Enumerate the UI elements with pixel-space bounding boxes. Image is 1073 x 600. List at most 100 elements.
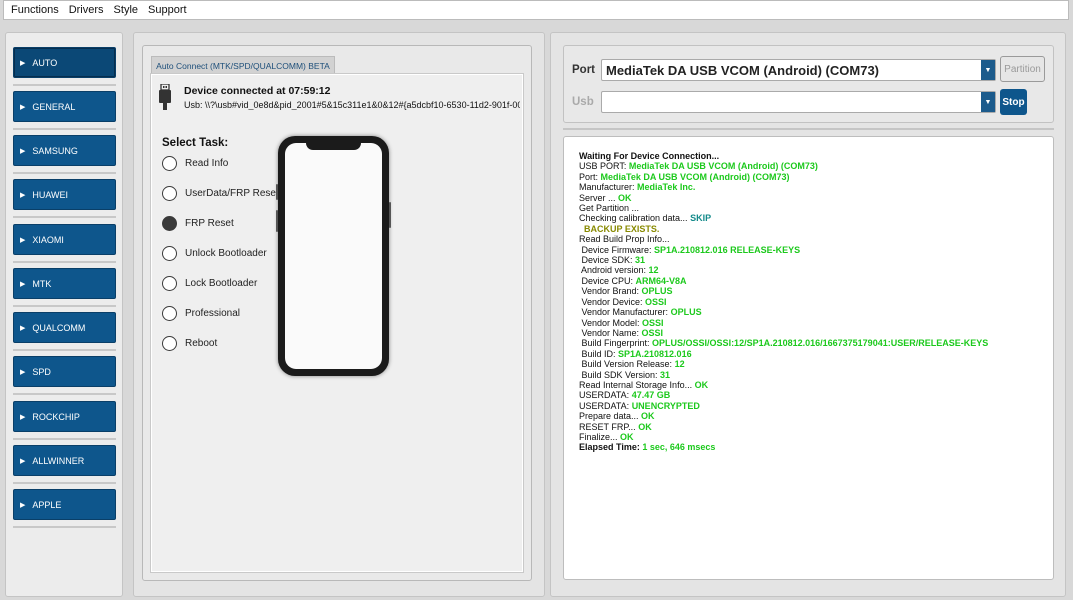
- sidebar-item-allwinner[interactable]: ▶ ALLWINNER: [13, 445, 116, 476]
- log-output: Waiting For Device Connection... USB PORT…: [563, 136, 1054, 580]
- log-line: Vendor Name: OSSI: [579, 328, 1053, 338]
- log-line: Device SDK: 31: [579, 255, 1053, 265]
- sidebar-divider: [13, 438, 116, 440]
- task-lock-bootloader[interactable]: Lock Bootloader: [162, 276, 257, 291]
- log-line-text: Vendor Name:: [579, 327, 642, 338]
- log-line-value: MediaTek DA USB VCOM (Android) (COM73): [628, 161, 818, 172]
- sidebar-divider: [13, 526, 116, 528]
- radio-button[interactable]: [162, 186, 177, 201]
- sidebar-item-spd[interactable]: ▶ SPD: [13, 356, 116, 387]
- menu-support[interactable]: Support: [148, 4, 187, 16]
- log-line-text: Vendor Manufacturer:: [579, 307, 671, 318]
- port-select[interactable]: MediaTek DA USB VCOM (Android) (COM73) ▼: [601, 59, 996, 81]
- sidebar-item-auto[interactable]: ▶ AUTO: [13, 47, 116, 78]
- play-arrow-icon: ▶: [20, 236, 26, 244]
- radio-button[interactable]: [162, 246, 177, 261]
- log-line: Elapsed Time: 1 sec, 646 msecs: [579, 442, 1053, 452]
- phone-side-button: [276, 184, 278, 200]
- log-line-value: ARM64-V8A: [635, 275, 687, 286]
- task-userdata-frp-reset[interactable]: UserData/FRP Reset: [162, 186, 279, 201]
- menu-functions[interactable]: Functions: [11, 4, 59, 16]
- sidebar-item-samsung[interactable]: ▶ SAMSUNG: [13, 135, 116, 166]
- log-line-value: SKIP: [690, 213, 712, 224]
- log-line: Finalize... OK: [579, 432, 1053, 442]
- task-panel-frame: Auto Connect (MTK/SPD/QUALCOMM) BETA Dev…: [142, 45, 532, 581]
- sidebar-item-xiaomi[interactable]: ▶ XIAOMI: [13, 224, 116, 255]
- device-connected-title: Device connected at 07:59:12: [184, 85, 331, 97]
- log-line-value: 47.47 GB: [631, 390, 671, 401]
- panel-divider: [563, 128, 1054, 130]
- sidebar-item-huawei[interactable]: ▶ HUAWEI: [13, 179, 116, 210]
- log-line-text: Vendor Brand:: [579, 286, 642, 297]
- sidebar: ▶ AUTO ▶ GENERAL ▶ SAMSUNG ▶ HUAWEI ▶ XIAOMI …: [5, 32, 123, 597]
- log-line-text: Read Internal Storage Info...: [579, 379, 695, 390]
- log-line-text: USERDATA:: [579, 400, 632, 411]
- task-reboot[interactable]: Reboot: [162, 336, 217, 351]
- partition-button[interactable]: Partition: [1000, 56, 1045, 82]
- log-line-value: OSSI: [642, 317, 664, 328]
- play-arrow-icon: ▶: [20, 147, 26, 155]
- log-line-text: Manufacturer:: [579, 182, 638, 193]
- log-line-text: USERDATA:: [579, 390, 632, 401]
- play-arrow-icon: ▶: [20, 103, 26, 111]
- task-panel: Auto Connect (MTK/SPD/QUALCOMM) BETA Dev…: [133, 32, 545, 597]
- sidebar-item-qualcomm[interactable]: ▶ QUALCOMM: [13, 312, 116, 343]
- log-line: Port: MediaTek DA USB VCOM (Android) (CO…: [579, 172, 1053, 182]
- log-line-text: Elapsed Time:: [579, 442, 643, 453]
- usb-select[interactable]: ▼: [601, 91, 996, 113]
- log-line-text: Finalize...: [579, 431, 621, 442]
- log-line-value: OSSI: [645, 296, 667, 307]
- task-unlock-bootloader[interactable]: Unlock Bootloader: [162, 246, 267, 261]
- log-line-value: OPLUS/OSSI/OSSI:12/SP1A.210812.016/16673…: [652, 338, 989, 349]
- log-line-text: Vendor Device:: [579, 296, 646, 307]
- log-line: Prepare data... OK: [579, 411, 1053, 421]
- log-line: Device Firmware: SP1A.210812.016 RELEASE…: [579, 245, 1053, 255]
- chevron-down-icon[interactable]: ▼: [981, 60, 995, 80]
- sidebar-divider: [13, 128, 116, 130]
- stop-button[interactable]: Stop: [1000, 89, 1027, 115]
- log-line-value: MediaTek DA USB VCOM (Android) (COM73): [600, 171, 790, 182]
- log-line-value: 31: [635, 255, 646, 266]
- log-line: USERDATA: UNENCRYPTED: [579, 401, 1053, 411]
- sidebar-divider: [13, 482, 116, 484]
- radio-button[interactable]: [162, 276, 177, 291]
- sidebar-item-general[interactable]: ▶ GENERAL: [13, 91, 116, 122]
- log-line-text: Waiting For Device Connection...: [579, 151, 720, 161]
- log-line-text: Device CPU:: [579, 275, 636, 286]
- log-line: Read Internal Storage Info... OK: [579, 380, 1053, 390]
- log-line: Device CPU: ARM64-V8A: [579, 276, 1053, 286]
- sidebar-divider: [13, 216, 116, 218]
- sidebar-item-apple[interactable]: ▶ APPLE: [13, 489, 116, 520]
- radio-button[interactable]: [162, 336, 177, 351]
- log-line-text: Vendor Model:: [579, 317, 643, 328]
- menu-style[interactable]: Style: [114, 4, 138, 16]
- radio-button[interactable]: [162, 306, 177, 321]
- log-line: RESET FRP... OK: [579, 422, 1053, 432]
- radio-button-checked[interactable]: [162, 216, 177, 231]
- log-line: Get Partition ...: [579, 203, 1053, 213]
- radio-button[interactable]: [162, 156, 177, 171]
- task-read-info[interactable]: Read Info: [162, 156, 228, 171]
- tab-auto-connect[interactable]: Auto Connect (MTK/SPD/QUALCOMM) BETA: [151, 56, 335, 74]
- sidebar-item-mtk[interactable]: ▶ MTK: [13, 268, 116, 299]
- log-line: USERDATA: 47.47 GB: [579, 390, 1053, 400]
- play-arrow-icon: ▶: [20, 191, 26, 199]
- play-arrow-icon: ▶: [20, 324, 26, 332]
- usb-label: Usb: [572, 96, 594, 108]
- log-line-value: 31: [660, 369, 671, 380]
- device-usb-path: Usb: \\?\usb#vid_0e8d&pid_2001#5&15c311e…: [184, 100, 520, 110]
- task-frp-reset[interactable]: FRP Reset: [162, 216, 234, 231]
- log-line-text: RESET FRP...: [579, 421, 639, 432]
- log-line-value: OPLUS: [641, 286, 673, 297]
- log-line-value: OPLUS: [670, 307, 702, 318]
- sidebar-divider: [13, 261, 116, 263]
- menu-drivers[interactable]: Drivers: [69, 4, 104, 16]
- chevron-down-icon[interactable]: ▼: [981, 92, 995, 112]
- task-professional[interactable]: Professional: [162, 306, 240, 321]
- log-line: Manufacturer: MediaTek Inc.: [579, 182, 1053, 192]
- sidebar-item-rockchip[interactable]: ▶ ROCKCHIP: [13, 401, 116, 432]
- log-line-text: Build ID:: [579, 348, 619, 359]
- select-task-label: Select Task:: [162, 137, 229, 149]
- log-line-text: Build Version Release:: [579, 359, 675, 370]
- play-arrow-icon: ▶: [20, 501, 26, 509]
